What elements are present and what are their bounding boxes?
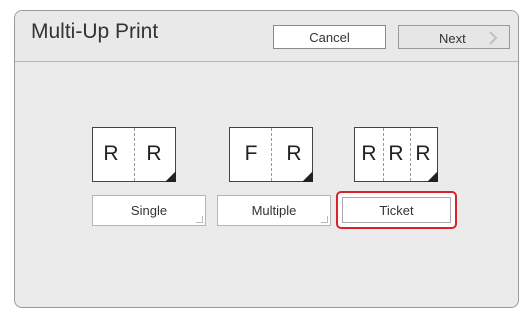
next-button-label: Next [439,31,466,46]
cancel-button-label: Cancel [309,29,350,45]
chevron-right-icon [489,31,498,45]
page-fold-icon [302,171,313,182]
next-button[interactable]: Next [398,25,510,49]
multiple-layout-icon: F R [229,127,313,182]
page-title: Multi-Up Print [31,20,159,43]
single-button[interactable]: Single [92,195,206,226]
page-divider [410,128,411,181]
ticket-button-inner-frame [342,197,451,223]
multiple-button[interactable]: Multiple [217,195,331,226]
page-letter: R [286,142,302,165]
page-letter: R [388,142,404,165]
dialog-header: Multi-Up Print Cancel Next [15,11,518,62]
page-fold-icon [165,171,176,182]
page-letter: R [103,142,119,165]
page-letter: R [415,142,431,165]
ticket-button[interactable]: Ticket [336,191,457,229]
page-divider [271,128,272,181]
multi-up-print-dialog: Multi-Up Print Cancel Next R R Single F … [14,10,519,308]
page-fold-icon [427,171,438,182]
page-divider [383,128,384,181]
page-letter: R [146,142,162,165]
single-layout-icon: R R [92,127,176,182]
ticket-layout-icon: R R R [354,127,438,182]
page-divider [134,128,135,181]
single-button-label: Single [130,203,168,218]
page-letter: F [244,142,258,165]
corner-mark [321,216,328,223]
page-letter: R [361,142,377,165]
cancel-button[interactable]: Cancel [273,25,386,49]
multiple-button-label: Multiple [251,203,297,218]
corner-mark [196,216,203,223]
